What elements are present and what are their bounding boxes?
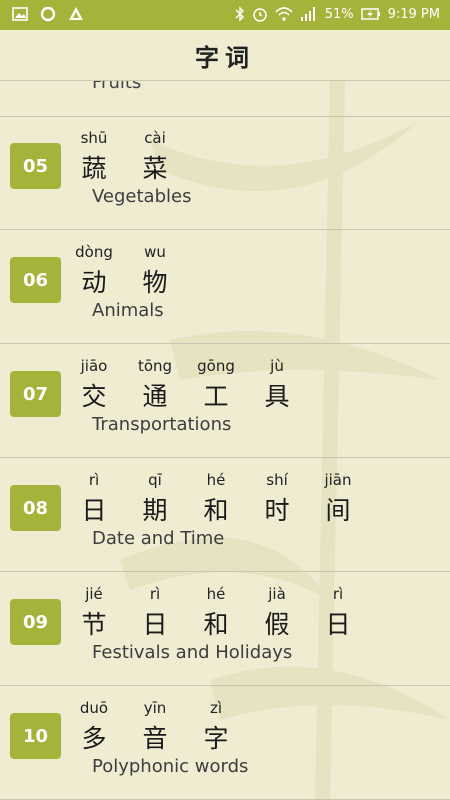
image-icon [12,7,28,21]
item-english-label: Animals [92,300,164,321]
list-item-partial[interactable]: Fruits [0,80,450,117]
lesson-number-badge: 06 [10,257,61,303]
lesson-number-badge: 08 [10,485,61,531]
pinyin-label: qī [148,471,162,489]
lesson-number-badge: 10 [10,713,61,759]
list-item[interactable]: 07 jiāo 交 tōng 通 gōng 工 jù 具 Transportations [0,344,450,458]
hanzi-label: 通 [142,382,168,411]
pinyin-label: jiāo [80,357,108,375]
item-english-label: Date and Time [92,528,225,549]
list-item[interactable]: 05 shū 蔬 cài 菜 Vegetables [0,116,450,230]
hanzi-label: 时 [264,496,290,525]
hanzi-label: 动 [81,268,107,297]
pinyin-label: wu [144,243,166,261]
hanzi-label: 假 [264,610,290,639]
item-english-label: Vegetables [92,186,192,207]
hanzi-label: 期 [142,496,168,525]
pinyin-label: rì [332,585,344,603]
pinyin-label: tōng [137,357,173,375]
hanzi-label: 和 [203,610,229,639]
pinyin-label: rì [88,471,100,489]
alarm-icon [252,8,267,22]
pinyin-label: hé [206,471,226,489]
hanzi-label: 具 [264,382,290,411]
pinyin-label: jià [268,585,286,603]
signal-icon [300,7,315,21]
hanzi-label: 日 [325,610,351,639]
lesson-number-badge: 09 [10,599,61,645]
battery-icon [360,8,380,20]
pinyin-label: shí [266,471,288,489]
lesson-list[interactable]: Fruits 05 shū 蔬 cài 菜 Vegetables 06 dòng 动 wu 物 Ani… [0,80,450,800]
list-item[interactable]: 09 jié 节 rì 日 hé 和 jià 假 rì 日 Festivals and Holiday… [0,572,450,686]
app-bar: 字词 [0,30,450,81]
item-english-label: Polyphonic words [92,756,249,777]
pinyin-label: dòng [75,243,113,261]
hanzi-label: 多 [81,724,107,753]
battery-percent: 51% [324,6,354,22]
pinyin-label: jiān [324,471,352,489]
hanzi-label: 日 [81,496,107,525]
hanzi-label: 间 [325,496,351,525]
hanzi-label: 工 [203,382,229,411]
hanzi-label: 和 [203,496,229,525]
pinyin-label: rì [149,585,161,603]
lesson-number-badge: 07 [10,371,61,417]
wifi-icon [275,7,293,21]
pinyin-label: hé [206,585,226,603]
pinyin-label: shū [80,129,108,147]
hanzi-label: 日 [142,610,168,639]
hanzi-label: 字 [203,724,229,753]
pinyin-label: jié [85,585,103,603]
pinyin-label: zì [209,699,223,717]
hanzi-label: 音 [142,724,168,753]
hanzi-label: 交 [81,382,107,411]
lesson-number-badge: 05 [10,143,61,189]
list-item[interactable]: 08 rì 日 qī 期 hé 和 shí 时 jiān 间 Date and Time [0,458,450,572]
item-english-label: Festivals and Holidays [92,642,293,663]
pinyin-label: yīn [143,699,167,717]
pinyin-label: duō [79,699,109,717]
hanzi-label: 节 [81,610,107,639]
bluetooth-icon [235,6,244,22]
hanzi-label: 菜 [142,154,168,183]
pinyin-label: gōng [197,357,235,375]
pinyin-label: jù [270,357,284,375]
status-bar: 51% 9:19 PM [0,0,450,30]
list-item[interactable]: 10 duō 多 yīn 音 zì 字 Polyphonic words [0,686,450,800]
circle-icon [40,6,56,22]
list-item[interactable]: 06 dòng 动 wu 物 Animals [0,230,450,344]
page-title: 字词 [195,42,255,72]
triangle-icon [69,7,83,20]
hanzi-label: 物 [142,268,168,297]
pinyin-label: cài [144,129,166,147]
hanzi-label: 蔬 [81,154,107,183]
item-english-label: Transportations [92,414,232,435]
status-time: 9:19 PM [387,6,440,22]
item-english-label: Fruits [92,80,142,93]
